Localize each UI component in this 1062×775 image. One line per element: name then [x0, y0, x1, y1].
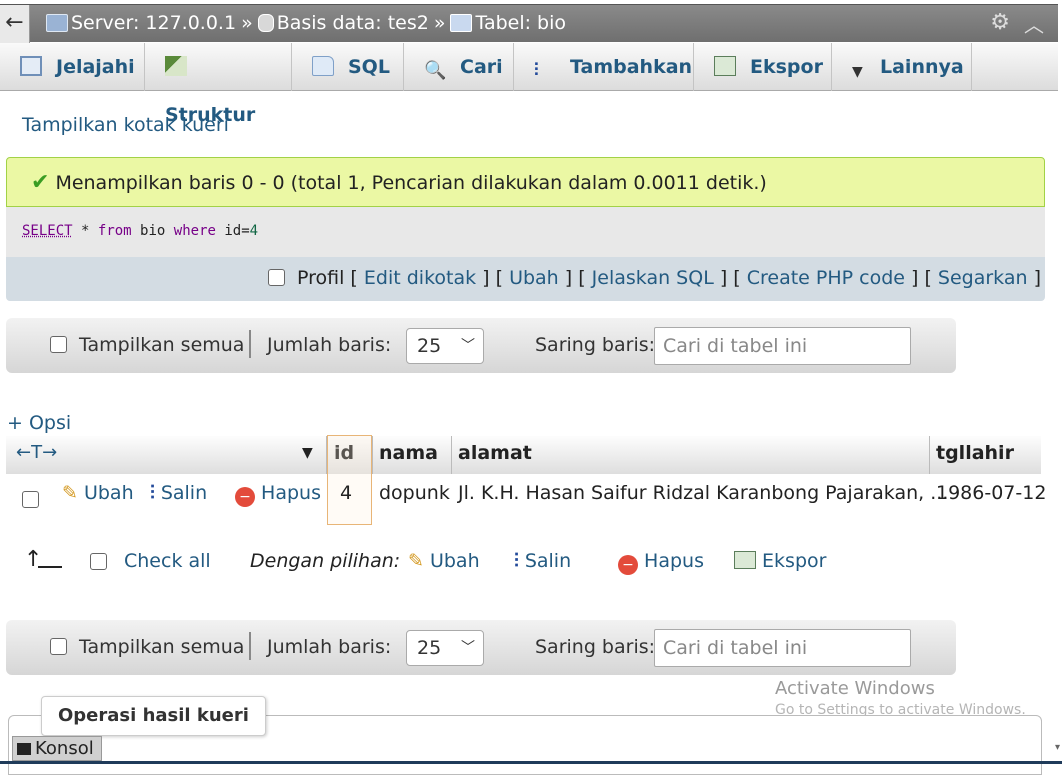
row-checkbox[interactable] — [22, 491, 39, 508]
column-header-nama[interactable]: nama — [373, 436, 438, 474]
sql-links-bar: Profil [ Edit dikotak ] [ Ubah ] [ Jelas… — [6, 257, 1045, 301]
console-icon — [17, 743, 31, 755]
delete-icon: − — [618, 555, 638, 575]
rows-label: Jumlah baris: — [267, 334, 392, 356]
profile-checkbox[interactable] — [267, 269, 285, 286]
tab-browse[interactable]: Jelajahi — [0, 43, 145, 91]
bulk-edit-button[interactable]: ✎ Ubah — [408, 550, 480, 572]
edit-query-link[interactable]: Ubah — [509, 267, 559, 289]
row-copy-button[interactable]: ⫶ Salin — [150, 482, 207, 504]
insert-icon: ⫶ — [534, 60, 539, 81]
cell-nama[interactable]: dopunk — [379, 482, 450, 504]
tab-insert[interactable]: ⫶ Tambahkan — [514, 43, 694, 91]
tab-search[interactable]: 🔍 Cari — [404, 43, 514, 91]
edit-inline-link[interactable]: Edit dikotak — [364, 267, 476, 289]
sql-keyword[interactable]: SELECT — [22, 223, 73, 239]
copy-icon: ⫶ — [150, 482, 155, 504]
explain-sql-link[interactable]: Jelaskan SQL — [592, 267, 714, 289]
table-header: ←T→ ▼ id nama alamat tgllahir — [6, 436, 1041, 474]
table-icon — [450, 13, 473, 32]
show-all-checkbox[interactable] — [50, 638, 67, 655]
check-icon: ✔ — [31, 170, 50, 195]
tab-more[interactable]: ▼ Lainnya — [832, 43, 972, 91]
breadcrumb-bar: ← Server: 127.0.0.1» Basis data: tes2» Tab… — [0, 4, 1058, 43]
search-icon: 🔍 — [424, 60, 447, 81]
arrow-up-left-icon: ↑ — [24, 547, 63, 572]
breadcrumb-separator: » — [433, 11, 446, 34]
tab-bar: Jelajahi Struktur SQL 🔍 Cari ⫶ Tambahkan E… — [0, 43, 1058, 126]
profile-label: Profil — [297, 267, 345, 289]
breadcrumb-server[interactable]: Server: 127.0.0.1 — [71, 12, 236, 34]
row-delete-button[interactable]: − Hapus — [235, 482, 321, 507]
sort-menu-icon[interactable]: ▼ — [296, 436, 313, 474]
show-all-label: Tampilkan semua — [79, 334, 245, 356]
success-message: ✔ Menampilkan baris 0 - 0 (total 1, Penca… — [6, 157, 1045, 207]
bulk-actions: ↑ Check all Dengan pilihan: ✎ Ubah ⫶ Sal… — [0, 545, 1062, 585]
sql-icon — [312, 56, 334, 76]
divider — [249, 632, 251, 660]
bulk-export-button[interactable]: Ekspor — [734, 550, 826, 572]
refresh-link[interactable]: Segarkan — [938, 267, 1028, 289]
with-selected-label: Dengan pilihan: — [250, 550, 401, 572]
gear-icon[interactable]: ⚙ — [990, 10, 1010, 35]
bulk-copy-button[interactable]: ⫶ Salin — [514, 550, 571, 572]
rows-label: Jumlah baris: — [267, 636, 392, 658]
create-php-code-link[interactable]: Create PHP code — [747, 267, 905, 289]
pencil-icon: ✎ — [408, 550, 424, 572]
cell-id[interactable]: 4 — [340, 482, 352, 504]
chevron-down-icon: ▼ — [852, 64, 863, 80]
activate-windows-watermark: Activate Windows — [775, 678, 935, 699]
export-icon — [734, 551, 756, 569]
column-header-alamat[interactable]: alamat — [452, 436, 532, 474]
sql-query-display: SELECT * from bio where id=4 — [6, 207, 1045, 257]
divider — [249, 330, 251, 358]
bulk-delete-button[interactable]: − Hapus — [618, 550, 704, 575]
show-all-label: Tampilkan semua — [79, 636, 245, 658]
breadcrumb-table[interactable]: Tabel: bio — [475, 12, 566, 34]
structure-icon — [165, 56, 187, 76]
column-header-tgllahir[interactable]: tgllahir — [930, 436, 1014, 474]
database-icon — [257, 13, 274, 32]
column-arrows[interactable]: ←T→ — [10, 436, 57, 474]
delete-icon: − — [235, 487, 255, 507]
cell-tgllahir[interactable]: 1986-07-12 — [936, 482, 1046, 504]
server-icon — [46, 13, 68, 32]
console-button[interactable]: Konsol — [12, 736, 102, 761]
show-query-box-link[interactable]: Tampilkan kotak kueri — [22, 114, 229, 136]
query-results-operations-title: Operasi hasil kueri — [41, 696, 266, 736]
filter-label: Saring baris: — [535, 636, 656, 658]
cell-alamat[interactable]: Jl. K.H. Hasan Saifur Ridzal Karanbong P… — [458, 482, 948, 504]
filter-label: Saring baris: — [535, 334, 656, 356]
export-icon — [714, 56, 736, 76]
navigation-bar-top: Tampilkan semua Jumlah baris: 25 ﹀ Saring… — [6, 318, 956, 373]
filter-input[interactable]: Cari di tabel ini — [654, 327, 911, 365]
check-all-label[interactable]: Check all — [124, 550, 211, 572]
show-all-checkbox[interactable] — [50, 336, 67, 353]
highlighted-column — [327, 435, 372, 525]
row-edit-button[interactable]: ✎ Ubah — [62, 482, 134, 504]
options-link[interactable]: + Opsi — [7, 412, 71, 434]
tab-structure[interactable]: Struktur — [145, 43, 292, 126]
breadcrumb-separator: » — [241, 11, 253, 34]
filter-input[interactable]: Cari di tabel ini — [654, 629, 911, 667]
breadcrumb-database[interactable]: Basis data: tes2 — [277, 12, 429, 34]
navigation-bar-bottom: Tampilkan semua Jumlah baris: 25 ﹀ Saring… — [6, 620, 956, 675]
rows-select[interactable]: 25 ﹀ — [406, 328, 484, 364]
back-button[interactable]: ← — [0, 5, 30, 43]
breadcrumb: Server: 127.0.0.1» Basis data: tes2» Tabel… — [46, 11, 566, 34]
chevron-down-icon: ﹀ — [461, 640, 475, 656]
tab-sql[interactable]: SQL — [292, 43, 404, 91]
pencil-icon: ✎ — [62, 482, 78, 504]
check-all-checkbox[interactable] — [90, 553, 107, 570]
scroll-down-arrow[interactable]: ▾ — [1055, 742, 1060, 753]
collapse-icon[interactable]: ︿ — [1024, 9, 1044, 38]
tab-export[interactable]: Ekspor — [694, 43, 832, 91]
rows-select[interactable]: 25 ﹀ — [406, 630, 484, 666]
chevron-down-icon: ﹀ — [461, 338, 475, 354]
browse-icon — [20, 56, 42, 76]
copy-icon: ⫶ — [514, 550, 519, 572]
